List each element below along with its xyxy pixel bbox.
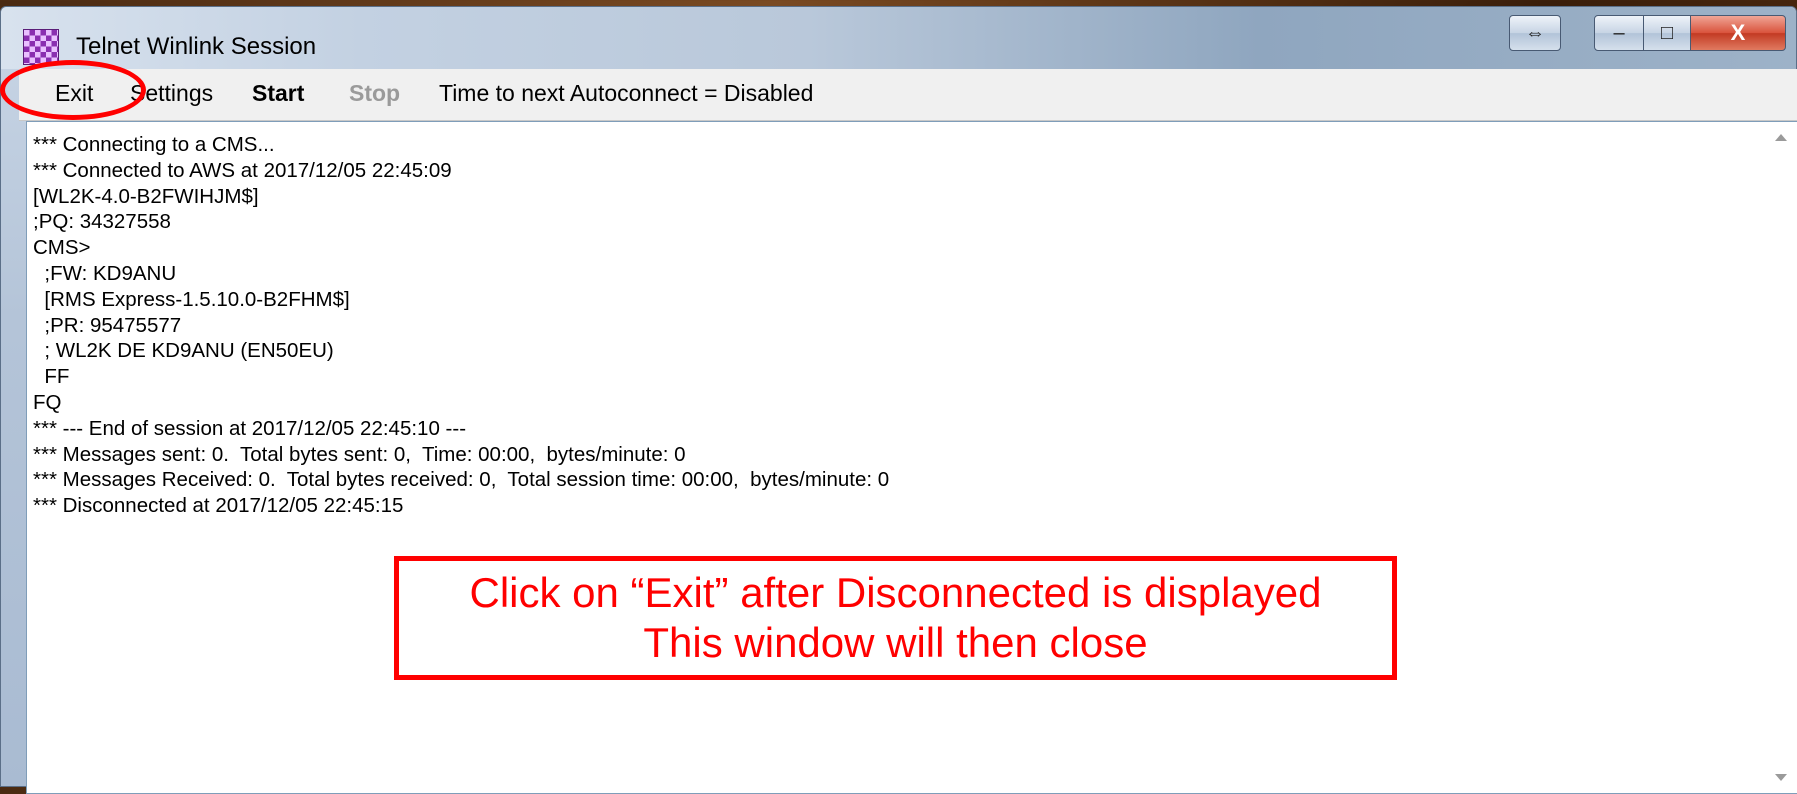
log-line: FF <box>33 365 70 389</box>
session-log: *** Connecting to a CMS... *** Connected… <box>33 132 889 519</box>
callout-line-2: This window will then close <box>643 619 1148 666</box>
log-line: ;PQ: 34327558 <box>33 210 171 234</box>
scroll-up-arrow-icon[interactable] <box>1775 134 1787 141</box>
scroll-down-arrow-icon[interactable] <box>1775 774 1787 781</box>
exit-highlight-circle <box>0 60 146 120</box>
close-button[interactable]: X <box>1690 15 1786 51</box>
menu-start[interactable]: Start <box>252 80 304 107</box>
autoconnect-status: Time to next Autoconnect = Disabled <box>439 80 814 106</box>
log-line: *** Disconnected at 2017/12/05 22:45:15 <box>33 494 404 518</box>
menu-bar: Exit Settings Start Stop Time to next Au… <box>19 69 1797 121</box>
log-line: ; WL2K DE KD9ANU (EN50EU) <box>33 339 334 363</box>
instruction-callout: Click on “Exit” after Disconnected is di… <box>394 556 1397 680</box>
log-line: ;PR: 95475577 <box>33 313 182 337</box>
title-bar[interactable]: Telnet Winlink Session ⇔ – □ X <box>1 7 1796 69</box>
log-line: *** Messages Received: 0. Total bytes re… <box>33 468 890 492</box>
maximize-button[interactable]: □ <box>1643 15 1691 51</box>
log-line: *** Connecting to a CMS... <box>33 133 275 156</box>
window-title: Telnet Winlink Session <box>76 33 317 60</box>
log-line: CMS> <box>33 236 91 260</box>
minimize-button[interactable]: – <box>1594 15 1644 51</box>
swap-icon[interactable]: ⇔ <box>1509 15 1561 51</box>
log-line: ;FW: KD9ANU <box>33 261 177 285</box>
log-line: *** Messages sent: 0. Total bytes sent: … <box>33 442 686 466</box>
log-line: [WL2K-4.0-B2FWIHJM$] <box>33 184 259 208</box>
log-line: FQ <box>33 390 62 414</box>
callout-line-1: Click on “Exit” after Disconnected is di… <box>469 569 1322 616</box>
menu-stop: Stop <box>349 80 401 106</box>
log-line: [RMS Express-1.5.10.0-B2FHM$] <box>33 287 350 311</box>
log-line: *** --- End of session at 2017/12/05 22:… <box>33 416 467 440</box>
log-line: *** Connected to AWS at 2017/12/05 22:45… <box>33 158 452 182</box>
session-log-panel[interactable]: *** Connecting to a CMS... *** Connected… <box>26 121 1797 794</box>
winlink-app-icon <box>23 29 59 65</box>
